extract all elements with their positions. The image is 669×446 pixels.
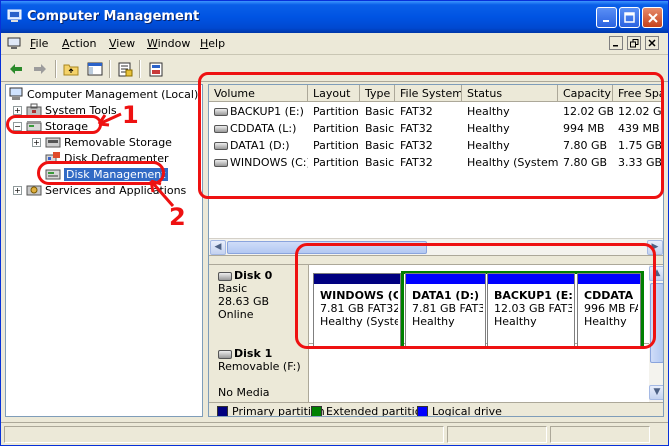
- annotation-arrows: [97, 112, 175, 207]
- annotation-number-2: 2: [169, 203, 186, 231]
- computer-management-window: Computer Management File Action View Win…: [0, 0, 669, 446]
- annotation-number-1: 1: [122, 101, 139, 129]
